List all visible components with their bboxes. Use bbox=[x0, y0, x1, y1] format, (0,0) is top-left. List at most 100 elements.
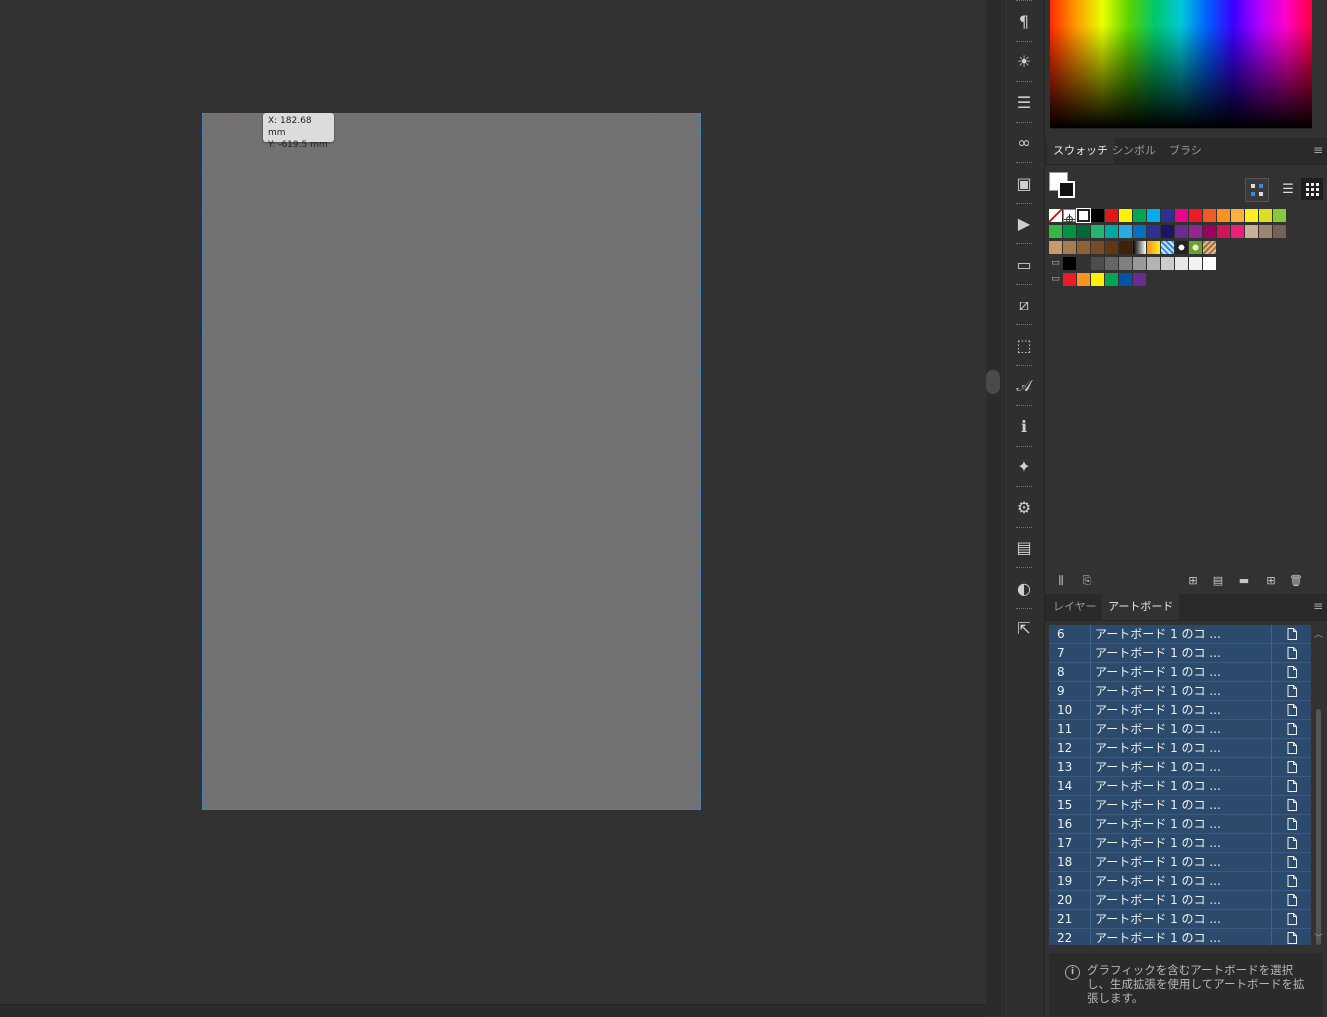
swatch[interactable] bbox=[1161, 209, 1174, 222]
info-panel-button[interactable]: ℹ bbox=[1004, 407, 1044, 445]
artboard-options-icon[interactable] bbox=[1272, 929, 1311, 945]
vertical-scroll-thumb[interactable] bbox=[986, 370, 1000, 394]
swatch[interactable] bbox=[1119, 209, 1132, 222]
artboard-name[interactable]: アートボード 1 のコ ... bbox=[1091, 701, 1272, 719]
swatch[interactable] bbox=[1119, 257, 1132, 270]
artboard-name[interactable]: アートボード 1 のコ ... bbox=[1091, 910, 1272, 928]
properties-gear-panel-button[interactable]: ⚙ bbox=[1004, 488, 1044, 526]
swatch[interactable] bbox=[1063, 241, 1076, 254]
swatch[interactable] bbox=[1063, 209, 1076, 225]
artboard-name[interactable]: アートボード 1 のコ ... bbox=[1091, 625, 1272, 643]
swatch[interactable] bbox=[1147, 225, 1160, 238]
grid-view-icon[interactable] bbox=[1301, 178, 1323, 200]
artboard-options-icon[interactable] bbox=[1272, 682, 1311, 700]
artboard-row[interactable]: 18 アートボード 1 のコ ... bbox=[1049, 853, 1311, 872]
artboard-row[interactable]: 13 アートボード 1 のコ ... bbox=[1049, 758, 1311, 777]
artboard-name[interactable]: アートボード 1 のコ ... bbox=[1091, 739, 1272, 757]
tab-symbols[interactable]: シンボル bbox=[1106, 138, 1162, 164]
asset-export-panel-button[interactable]: ⬚ bbox=[1004, 326, 1044, 364]
swatch[interactable] bbox=[1161, 257, 1174, 270]
swatch[interactable] bbox=[1063, 273, 1076, 286]
artboard-name[interactable]: アートボード 1 のコ ... bbox=[1091, 663, 1272, 681]
swatch[interactable] bbox=[1105, 273, 1118, 286]
artboards-panel-menu-icon[interactable]: ≡ bbox=[1313, 600, 1325, 612]
gradient-panel-button[interactable]: ▭ bbox=[1004, 245, 1044, 283]
swatch[interactable] bbox=[1077, 225, 1090, 238]
swatch[interactable] bbox=[1091, 241, 1104, 254]
artboard-row[interactable]: 16 アートボード 1 のコ ... bbox=[1049, 815, 1311, 834]
show-swatch-kinds-icon[interactable]: ⊞ bbox=[1185, 573, 1201, 589]
swatch[interactable] bbox=[1119, 241, 1132, 254]
artboard-name[interactable]: アートボード 1 のコ ... bbox=[1091, 644, 1272, 662]
artboard-name[interactable]: アートボード 1 のコ ... bbox=[1091, 929, 1272, 945]
swatch[interactable] bbox=[1161, 241, 1174, 254]
artboard-row[interactable]: 8 アートボード 1 のコ ... bbox=[1049, 663, 1311, 682]
color-group-folder-icon[interactable]: ▭ bbox=[1049, 273, 1062, 286]
artboard-row[interactable]: 10 アートボード 1 のコ ... bbox=[1049, 701, 1311, 720]
swatch[interactable] bbox=[1091, 273, 1104, 286]
artboard-name[interactable]: アートボード 1 のコ ... bbox=[1091, 853, 1272, 871]
image-trace-panel-button[interactable]: ⧄ bbox=[1004, 286, 1044, 324]
list-view-icon[interactable]: ☰ bbox=[1277, 178, 1299, 200]
tab-artboards[interactable]: アートボード bbox=[1102, 594, 1180, 620]
artboard-row[interactable]: 11 アートボード 1 のコ ... bbox=[1049, 720, 1311, 739]
swatch[interactable] bbox=[1049, 209, 1062, 222]
swatch[interactable] bbox=[1105, 257, 1118, 270]
artboard-name[interactable]: アートボード 1 のコ ... bbox=[1091, 682, 1272, 700]
artboard-list-scroll-thumb[interactable] bbox=[1316, 709, 1321, 945]
swatch[interactable] bbox=[1133, 273, 1146, 286]
artboard-row[interactable]: 20 アートボード 1 のコ ... bbox=[1049, 891, 1311, 910]
document-canvas[interactable]: X: 182.68 mm Y: -619.5 mm bbox=[0, 0, 986, 1004]
glyphs-panel-button[interactable]: 𝒜 bbox=[1004, 367, 1044, 405]
artboard-name[interactable]: アートボード 1 のコ ... bbox=[1091, 815, 1272, 833]
swatch-libraries-icon[interactable]: ⫼ bbox=[1053, 573, 1069, 589]
artboard-name[interactable]: アートボード 1 のコ ... bbox=[1091, 796, 1272, 814]
artboard-options-icon[interactable] bbox=[1272, 758, 1311, 776]
swatch[interactable] bbox=[1203, 257, 1216, 270]
color-group-folder-icon[interactable]: ▭ bbox=[1049, 257, 1062, 270]
swatch[interactable] bbox=[1133, 209, 1146, 222]
actions-play-panel-button[interactable]: ▶ bbox=[1004, 205, 1044, 243]
swatch[interactable] bbox=[1133, 257, 1146, 270]
artboard-options-icon[interactable] bbox=[1272, 910, 1311, 928]
artboard-row[interactable]: 6 アートボード 1 のコ ... bbox=[1049, 625, 1311, 644]
swatch[interactable] bbox=[1147, 257, 1160, 270]
artboard-options-icon[interactable] bbox=[1272, 796, 1311, 814]
swatch[interactable] bbox=[1147, 241, 1160, 254]
artboards-panel-panel-button[interactable]: ▤ bbox=[1004, 529, 1044, 567]
stroke-swatch[interactable] bbox=[1058, 181, 1075, 198]
artboard-name[interactable]: アートボード 1 のコ ... bbox=[1091, 720, 1272, 738]
swatch[interactable] bbox=[1273, 209, 1286, 222]
swatch[interactable] bbox=[1049, 241, 1062, 254]
swatch[interactable] bbox=[1175, 225, 1188, 238]
fill-stroke-widget[interactable] bbox=[1049, 172, 1079, 202]
artboard-options-icon[interactable] bbox=[1272, 701, 1311, 719]
swatch[interactable] bbox=[1203, 225, 1216, 238]
tab-brushes[interactable]: ブラシ bbox=[1163, 138, 1208, 164]
export-panel-button[interactable]: ⇱ bbox=[1004, 610, 1044, 648]
swatch-options-icon[interactable]: ▤ bbox=[1210, 573, 1226, 589]
swatch[interactable] bbox=[1077, 241, 1090, 254]
place-swatches-icon[interactable]: ⎘ bbox=[1079, 573, 1095, 589]
swatch[interactable] bbox=[1231, 225, 1244, 238]
swatch[interactable] bbox=[1189, 209, 1202, 222]
swatch[interactable] bbox=[1217, 209, 1230, 222]
swatch[interactable] bbox=[1133, 225, 1146, 238]
artboard-row[interactable]: 14 アートボード 1 のコ ... bbox=[1049, 777, 1311, 796]
swatch[interactable] bbox=[1147, 209, 1160, 222]
artboard-options-icon[interactable] bbox=[1272, 644, 1311, 662]
artboard-options-icon[interactable] bbox=[1272, 891, 1311, 909]
artboard-row[interactable]: 9 アートボード 1 のコ ... bbox=[1049, 682, 1311, 701]
artboard-options-icon[interactable] bbox=[1272, 872, 1311, 890]
artboard-row[interactable]: 21 アートボード 1 のコ ... bbox=[1049, 910, 1311, 929]
swatch-kind-menu-icon[interactable] bbox=[1245, 178, 1269, 202]
paragraph-panel-button[interactable]: ¶ bbox=[1004, 2, 1044, 40]
swatches-panel-menu-icon[interactable]: ≡ bbox=[1313, 144, 1325, 156]
swatch[interactable] bbox=[1063, 257, 1076, 270]
artboard-row[interactable]: 15 アートボード 1 のコ ... bbox=[1049, 796, 1311, 815]
swatch[interactable] bbox=[1245, 225, 1258, 238]
swatch[interactable] bbox=[1175, 241, 1188, 254]
artboard-options-icon[interactable] bbox=[1272, 815, 1311, 833]
swatch[interactable] bbox=[1105, 225, 1118, 238]
artboard-options-icon[interactable] bbox=[1272, 853, 1311, 871]
